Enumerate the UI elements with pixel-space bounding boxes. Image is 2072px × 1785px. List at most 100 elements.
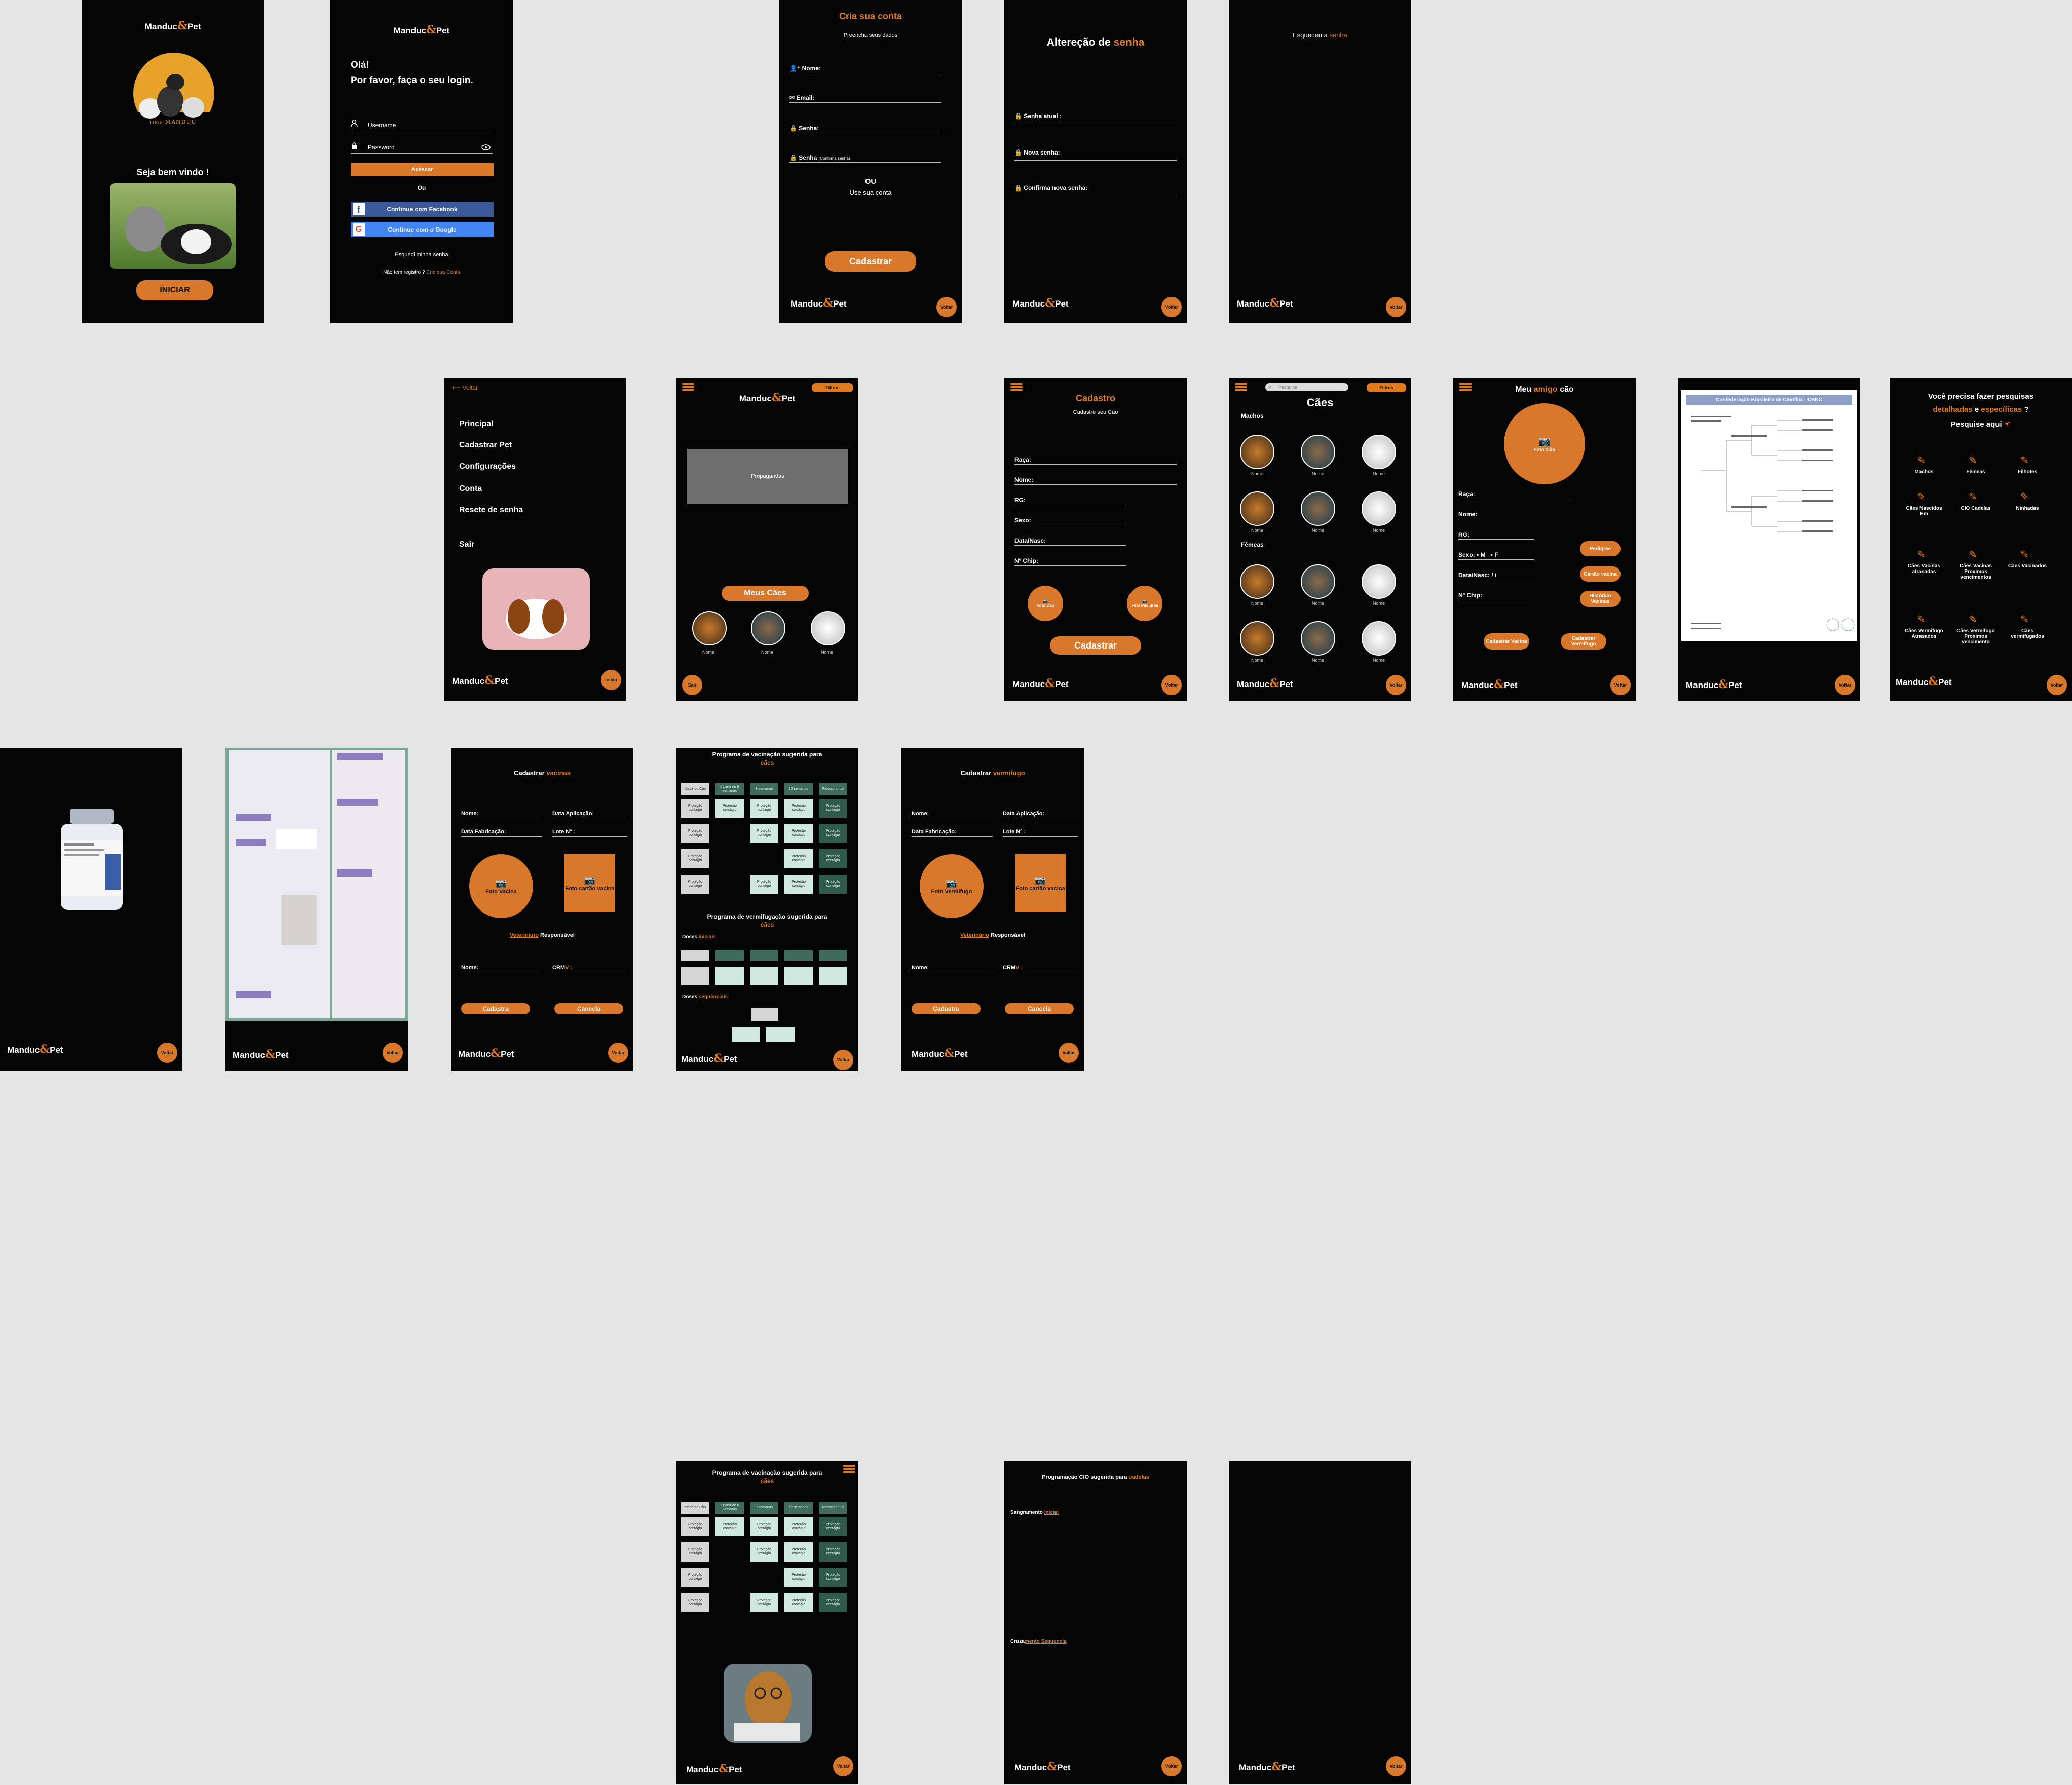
menu-item-principal[interactable]: Principal xyxy=(459,420,494,429)
save-dewormer-button[interactable]: Cadastra xyxy=(912,1003,981,1014)
dog-photo[interactable]: 📷 Foto Cão xyxy=(1504,403,1585,484)
search-option[interactable]: Cães Nascidos Em xyxy=(1903,506,1945,517)
search-option[interactable]: Ninhadas xyxy=(2006,506,2049,511)
signup-button[interactable]: Cadastrar xyxy=(825,251,916,272)
dog-avatar[interactable] xyxy=(1362,435,1396,469)
dog-avatar[interactable] xyxy=(1362,564,1396,599)
register-vaccine-button[interactable]: Cadastrar Vacina xyxy=(1484,633,1529,650)
menu-icon[interactable] xyxy=(1235,383,1247,392)
dog-avatar[interactable] xyxy=(1362,491,1396,526)
dog-avatar[interactable] xyxy=(1301,491,1335,526)
dog-avatar[interactable] xyxy=(1362,621,1396,656)
search-input[interactable]: Pesquisa xyxy=(1265,383,1348,391)
breed-input[interactable] xyxy=(1014,464,1177,465)
vaccine-photo-button[interactable]: 📷 Foto Vacina xyxy=(469,854,533,918)
back-button[interactable]: Voltar xyxy=(1610,675,1631,695)
back-button[interactable]: Voltar xyxy=(1059,1043,1079,1063)
dog-avatar[interactable] xyxy=(1240,621,1274,656)
home-button[interactable]: Início xyxy=(601,670,621,690)
menu-item-exit[interactable]: Sair xyxy=(459,540,474,549)
back-button[interactable]: Voltar xyxy=(608,1043,628,1063)
back-button[interactable]: Voltar xyxy=(1386,297,1406,317)
lot-input[interactable] xyxy=(1003,836,1078,837)
lot-input[interactable] xyxy=(552,836,627,837)
new-password-input[interactable] xyxy=(1014,160,1177,161)
back-button[interactable]: Voltar xyxy=(936,297,957,317)
back-button[interactable]: Voltar xyxy=(2047,675,2067,695)
menu-item-password-reset[interactable]: Resete de senha xyxy=(459,506,523,515)
search-option[interactable]: Cães vermifugados xyxy=(2006,628,2049,639)
search-option[interactable]: Cães Vermifugo Atrasados xyxy=(1903,628,1945,639)
dog-avatar[interactable] xyxy=(1301,621,1335,656)
register-button[interactable]: Cadastrar xyxy=(1050,636,1141,655)
birthdate-input[interactable] xyxy=(1014,545,1126,546)
back-button[interactable]: Voltar xyxy=(1161,675,1182,695)
pedigree-photo-button[interactable]: 📷 Foto Pedigree xyxy=(1127,586,1162,621)
cancel-button[interactable]: Cancela xyxy=(1005,1003,1074,1014)
back-button[interactable]: Voltar xyxy=(1161,297,1182,317)
save-vaccine-button[interactable]: Cadastra xyxy=(461,1003,530,1014)
search-option[interactable]: Cães Vermifugo Proximos vencimento xyxy=(1954,628,1997,645)
fabrication-date-input[interactable] xyxy=(461,836,542,837)
email-input[interactable] xyxy=(789,102,941,103)
menu-item-settings[interactable]: Configurações xyxy=(459,462,516,471)
back-button[interactable]: Voltar xyxy=(833,1050,853,1070)
menu-back-link[interactable]: ⟵ Voltar xyxy=(452,384,478,391)
menu-item-register-pet[interactable]: Cadastrar Pet xyxy=(459,441,512,450)
pedigree-button[interactable]: Pedigree xyxy=(1580,541,1621,556)
back-button[interactable]: Voltar xyxy=(1386,1756,1406,1776)
back-button[interactable]: Voltar xyxy=(833,1756,853,1776)
search-option[interactable]: Cães Vacinados xyxy=(2006,563,2049,569)
card-photo-button[interactable]: 📷 Foto cartão vacina xyxy=(1015,854,1066,912)
start-button[interactable]: INICIAR xyxy=(136,280,213,300)
search-option[interactable]: Fêmeas xyxy=(1954,469,1997,475)
eye-icon[interactable] xyxy=(481,144,491,150)
confirm-input[interactable] xyxy=(789,162,941,163)
chip-input[interactable] xyxy=(1014,565,1126,566)
exit-button[interactable]: Sair xyxy=(682,675,702,695)
google-button[interactable]: Continue com o Google xyxy=(351,222,494,237)
dog-avatar[interactable] xyxy=(1240,435,1274,469)
sex-input[interactable] xyxy=(1458,559,1534,560)
fabrication-date-input[interactable] xyxy=(912,836,993,837)
my-dogs-button[interactable]: Meus Cães xyxy=(722,586,809,601)
name-input[interactable] xyxy=(1014,484,1177,485)
use-account-text[interactable]: Use sua conta xyxy=(779,188,962,196)
back-button[interactable]: Voltar xyxy=(1835,675,1855,695)
search-option[interactable]: Cães Vacinas Proximos vencimentos xyxy=(1954,563,1997,580)
ads-banner[interactable]: Propagandas xyxy=(687,449,848,504)
dog-name: Nome xyxy=(1251,601,1264,606)
search-option[interactable]: Filhotes xyxy=(2006,469,2049,475)
dog-avatar[interactable] xyxy=(811,611,845,645)
access-button[interactable]: Acessar xyxy=(351,163,494,176)
filters-button[interactable]: Filtros xyxy=(1367,383,1406,392)
search-option[interactable]: Machos xyxy=(1903,469,1945,475)
rg-input[interactable] xyxy=(1458,539,1534,540)
create-account-link[interactable]: Crie sua Conta xyxy=(426,270,460,275)
back-button[interactable]: Voltar xyxy=(1161,1756,1182,1776)
dog-photo-button[interactable]: 📷 Foto Cão xyxy=(1028,586,1063,621)
dog-avatar[interactable] xyxy=(692,611,727,645)
cancel-button[interactable]: Cancela xyxy=(554,1003,623,1014)
vaccine-card-button[interactable]: Cartão vacina xyxy=(1580,566,1621,582)
password-input[interactable] xyxy=(351,153,493,154)
dog-avatar[interactable] xyxy=(1240,564,1274,599)
search-option[interactable]: Cães Vacinas atrasadas xyxy=(1903,563,1945,575)
back-button[interactable]: Voltar xyxy=(383,1043,403,1063)
register-dewormer-button[interactable]: Cadastrar Vermifugo xyxy=(1561,633,1606,650)
search-option[interactable]: CIO Cadelas xyxy=(1954,506,1997,511)
dog-avatar[interactable] xyxy=(1301,435,1335,469)
facebook-button[interactable]: Continue com Facebook xyxy=(351,202,494,217)
dog-avatar[interactable] xyxy=(1301,564,1335,599)
dog-avatar[interactable] xyxy=(751,611,785,645)
back-button[interactable]: Voltar xyxy=(1386,675,1406,695)
vaccine-history-button[interactable]: Histórico Vacinas xyxy=(1580,591,1621,607)
dewormer-photo-button[interactable]: 📷 Foto Vermifugo xyxy=(920,854,984,918)
filters-button[interactable]: Filtros xyxy=(812,383,853,392)
forgot-password-link[interactable]: Esqueci minha senha xyxy=(330,252,513,258)
menu-item-account[interactable]: Conta xyxy=(459,484,482,493)
vaccine-card-photo-button[interactable]: 📷 Foto cartão vacina xyxy=(564,854,615,912)
dog-avatar[interactable] xyxy=(1240,491,1274,526)
back-button[interactable]: Voltar xyxy=(157,1043,177,1063)
menu-icon[interactable] xyxy=(1010,383,1023,392)
